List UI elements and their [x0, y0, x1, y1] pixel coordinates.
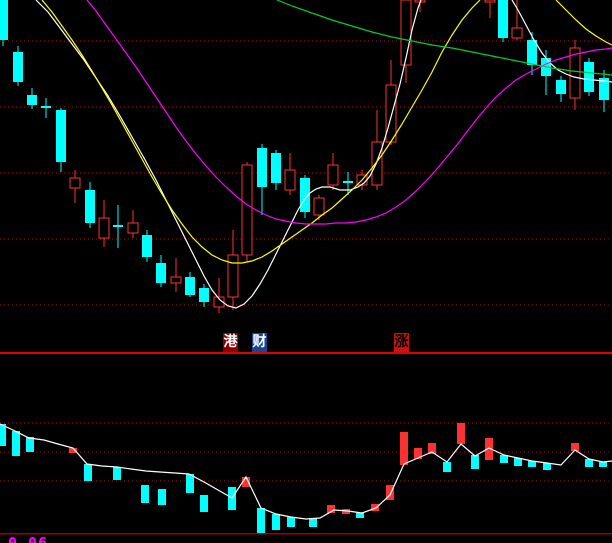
indicator-bar-down: [26, 437, 34, 452]
panel-divider: [0, 352, 612, 354]
candle-body-up: [372, 142, 382, 185]
indicator-baseline: [0, 533, 612, 535]
indicator-bar-down: [443, 462, 451, 472]
candle-body-down: [27, 95, 37, 105]
candle-body-down: [199, 288, 209, 302]
candle-body-up: [314, 198, 324, 215]
indicator-flag-cai: 财: [252, 333, 267, 352]
indicator-bar-down: [84, 464, 92, 481]
candle-body-down: [527, 40, 537, 65]
indicator-bar-down: [12, 431, 20, 456]
indicator-bar-down: [309, 518, 317, 527]
indicator-flag-zhang: 涨: [394, 333, 409, 352]
chart-canvas[interactable]: [0, 0, 612, 543]
candle-body-down: [556, 80, 566, 94]
indicator-bar-down: [543, 463, 551, 470]
candle-body-down: [13, 52, 23, 82]
indicator-value-label: 0.06: [8, 534, 48, 543]
candle-body-down: [185, 277, 195, 295]
candle-body-up: [285, 170, 295, 190]
candle-body-down: [0, 0, 8, 40]
indicator-bar-down: [113, 467, 121, 480]
candle-body-down: [56, 110, 66, 162]
candle-body-up: [485, 0, 495, 2]
candle-body-up: [70, 178, 80, 188]
indicator-bar-down: [186, 474, 194, 493]
indicator-bar-down: [0, 424, 6, 446]
candle-body-down: [584, 62, 594, 92]
candle-body-down: [41, 106, 51, 108]
indicator-bar-down: [272, 514, 280, 530]
indicator-bar-down: [471, 455, 479, 469]
indicator-bar-up: [457, 423, 465, 444]
candle-body-up: [99, 218, 109, 238]
ma-longest-green: [277, 0, 612, 75]
indicator-bar-down: [599, 462, 607, 467]
stock-chart-window: 港 财 涨 0.06: [0, 0, 612, 543]
indicator-bar-down: [356, 513, 364, 518]
ma-mid-yellow: [556, 0, 612, 45]
candle-body-down: [85, 190, 95, 223]
indicator-bar-down: [200, 495, 208, 512]
candle-body-up: [328, 165, 338, 185]
candle-body-down: [257, 148, 267, 187]
candle-body-up: [171, 277, 181, 283]
indicator-bar-down: [287, 517, 295, 527]
candle-body-up: [242, 165, 252, 255]
candle-body-down: [343, 181, 353, 183]
candle-body-down: [156, 263, 166, 283]
candle-body-up: [128, 223, 138, 233]
indicator-bar-down: [257, 508, 265, 534]
indicator-bar-up: [400, 432, 408, 465]
indicator-bar-down: [158, 489, 166, 505]
candle-body-down: [142, 235, 152, 257]
candle-body-up: [386, 85, 396, 142]
indicator-bar-down: [141, 485, 149, 503]
candle-body-down: [498, 0, 508, 38]
indicator-flag-gang: 港: [223, 333, 238, 352]
candle-body-down: [113, 225, 123, 227]
candle-body-down: [271, 153, 281, 183]
candle-body-up: [228, 255, 238, 297]
candle-body-up: [512, 28, 522, 38]
